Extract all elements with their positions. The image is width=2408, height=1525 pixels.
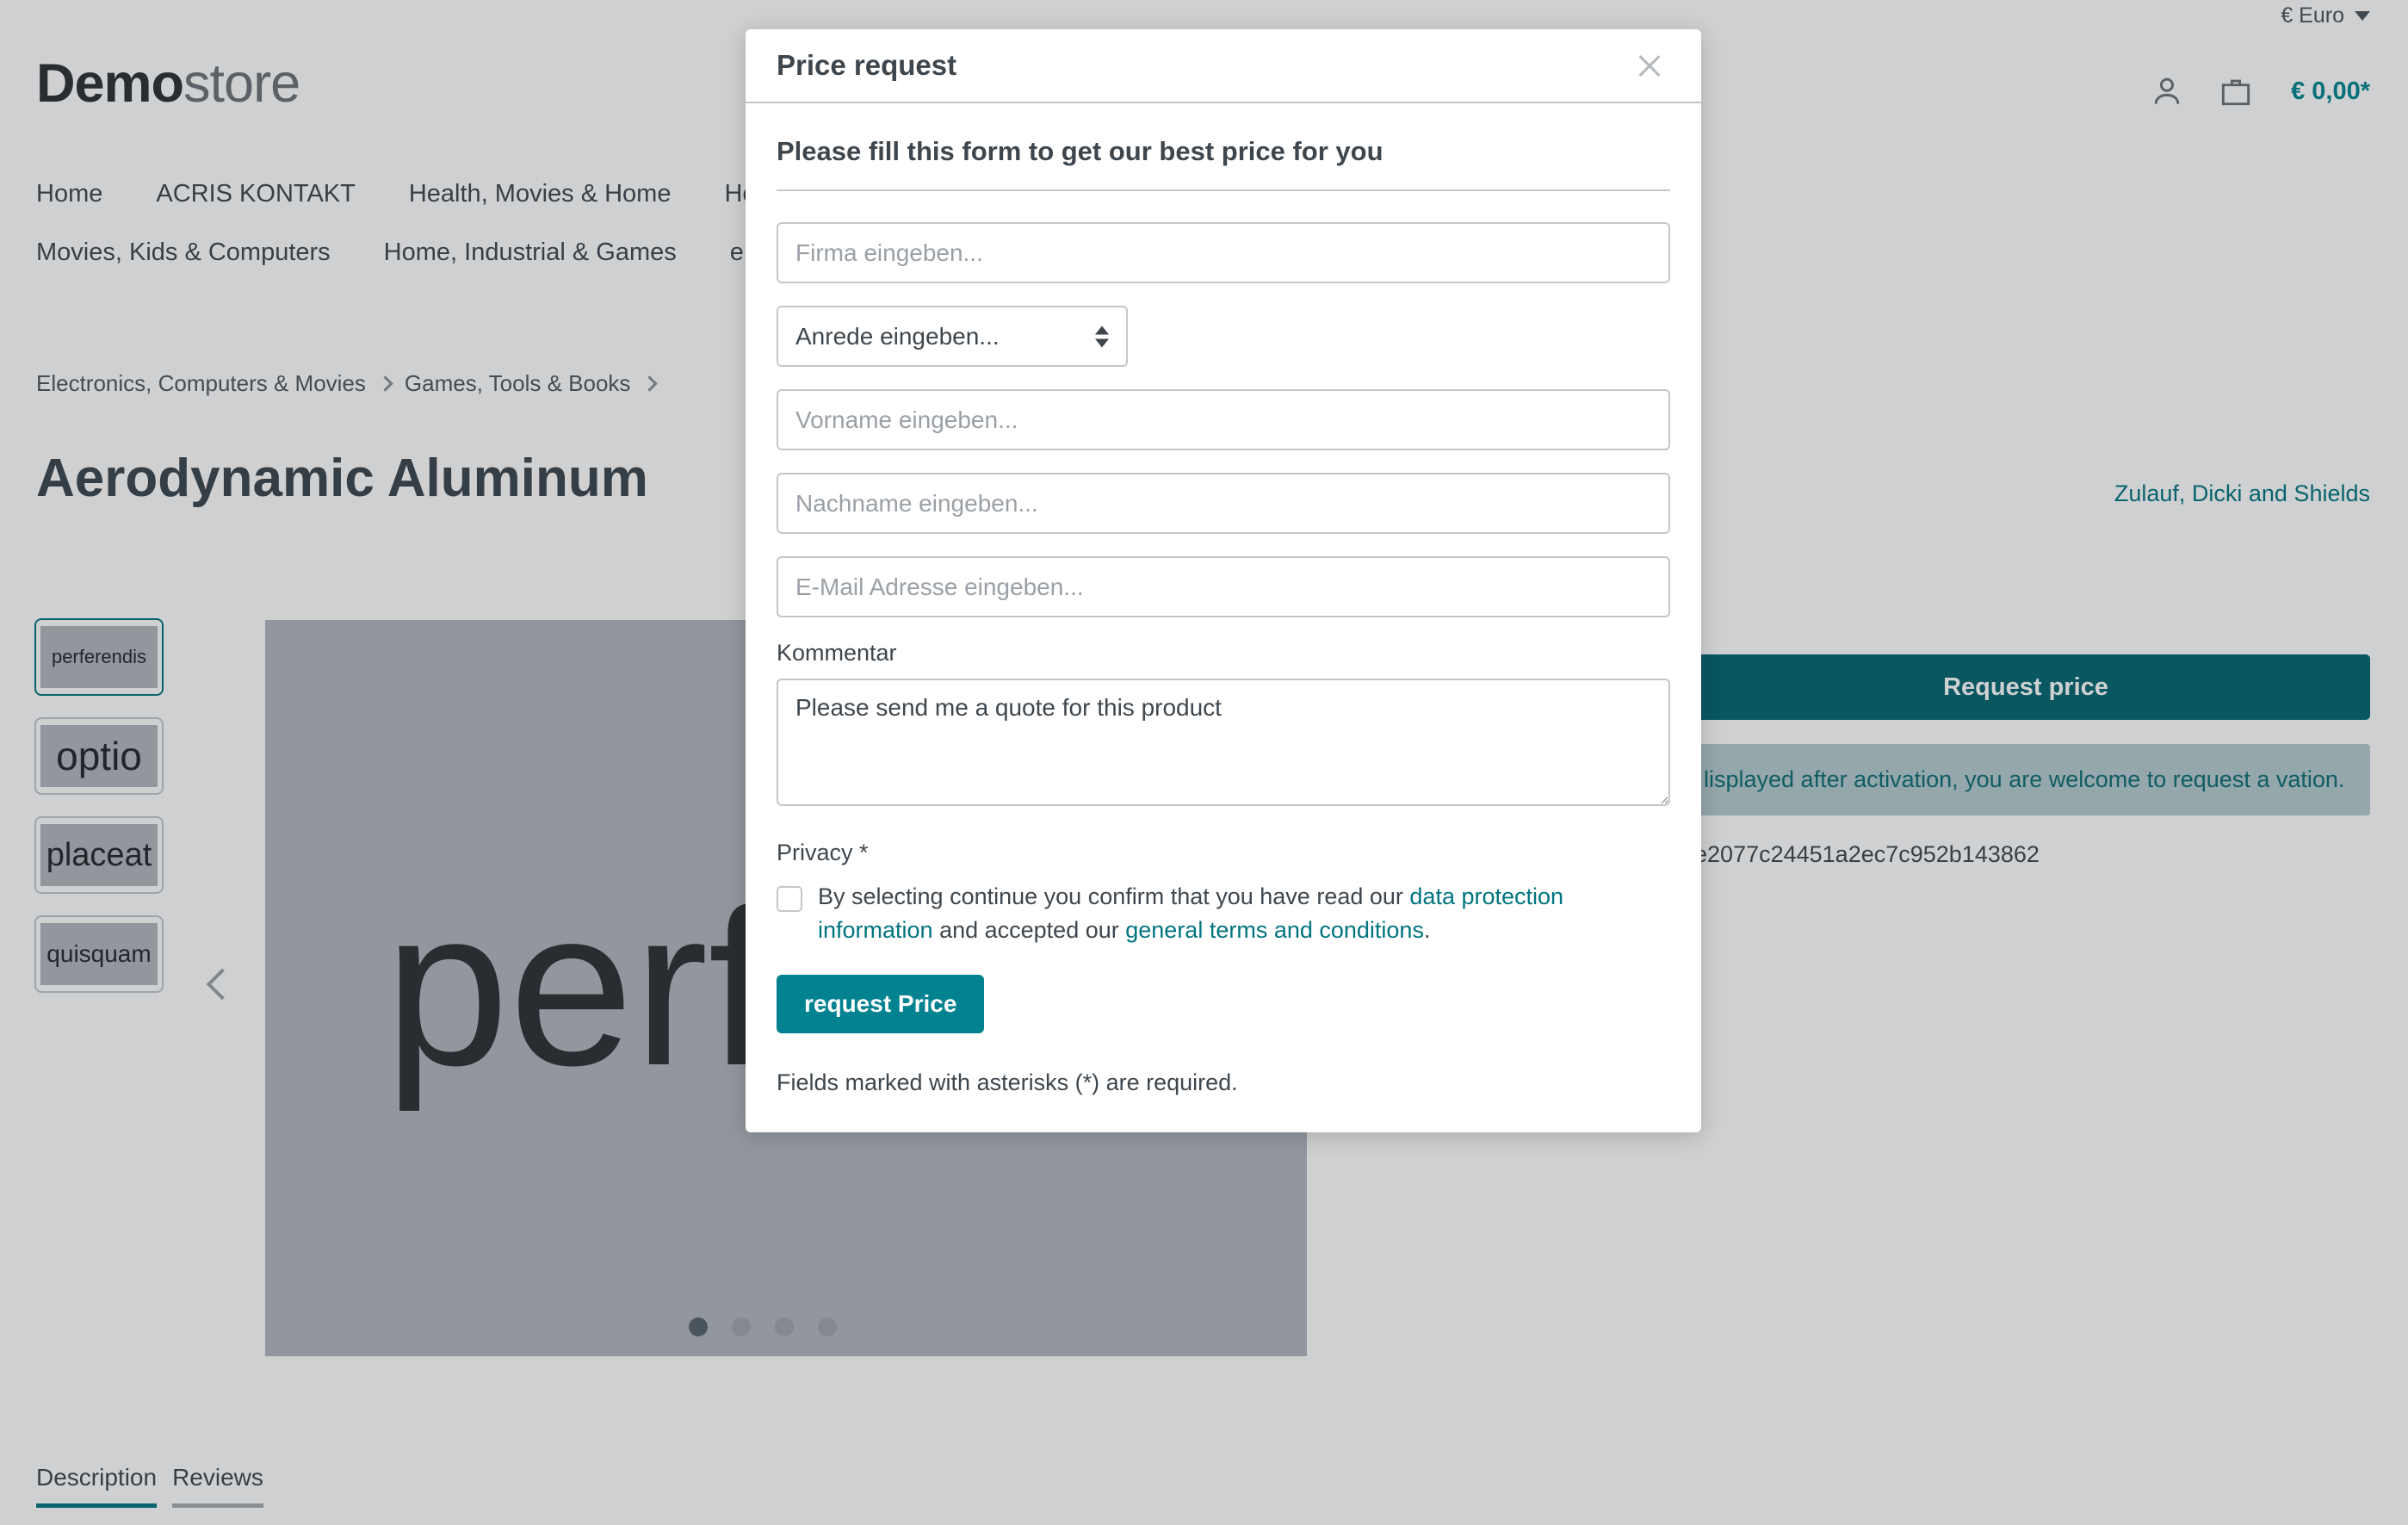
firstname-input[interactable] (777, 389, 1670, 450)
salutation-select[interactable]: Anrede eingeben... (777, 306, 1128, 367)
comment-textarea[interactable] (777, 679, 1670, 806)
privacy-text-part3: . (1423, 917, 1431, 944)
company-field-wrap (777, 222, 1670, 283)
form-heading: Please fill this form to get our best pr… (777, 136, 1670, 191)
firstname-field-wrap (777, 389, 1670, 450)
close-icon[interactable] (1629, 45, 1670, 86)
page-root: € Euro Demostore € 0,00* Home ACRIS KONT… (0, 0, 2408, 1525)
modal-title: Price request (777, 49, 957, 81)
salutation-field-wrap: Anrede eingeben... (777, 306, 1670, 367)
company-input[interactable] (777, 222, 1670, 283)
terms-conditions-link[interactable]: general terms and conditions (1125, 917, 1424, 943)
privacy-text: By selecting continue you confirm that y… (818, 880, 1670, 947)
lastname-field-wrap (777, 473, 1670, 534)
modal-header: Price request (746, 29, 1701, 103)
salutation-select-wrap: Anrede eingeben... (777, 306, 1128, 367)
email-field-wrap (777, 556, 1670, 617)
privacy-label: Privacy * (777, 840, 869, 865)
comment-label: Kommentar (777, 640, 897, 666)
email-input[interactable] (777, 556, 1670, 617)
privacy-row: By selecting continue you confirm that y… (777, 880, 1670, 947)
submit-price-request-button[interactable]: request Price (777, 975, 985, 1034)
required-fields-note: Fields marked with asterisks (*) are req… (777, 1069, 1238, 1096)
lastname-input[interactable] (777, 473, 1670, 534)
privacy-checkbox[interactable] (777, 886, 802, 912)
privacy-text-part2: and accepted our (932, 917, 1126, 944)
modal-body: Please fill this form to get our best pr… (746, 103, 1701, 1132)
comment-field-wrap: Kommentar (777, 640, 1670, 810)
privacy-text-part1: By selecting continue you confirm that y… (818, 883, 1410, 909)
price-request-modal: Price request Please fill this form to g… (746, 29, 1701, 1133)
